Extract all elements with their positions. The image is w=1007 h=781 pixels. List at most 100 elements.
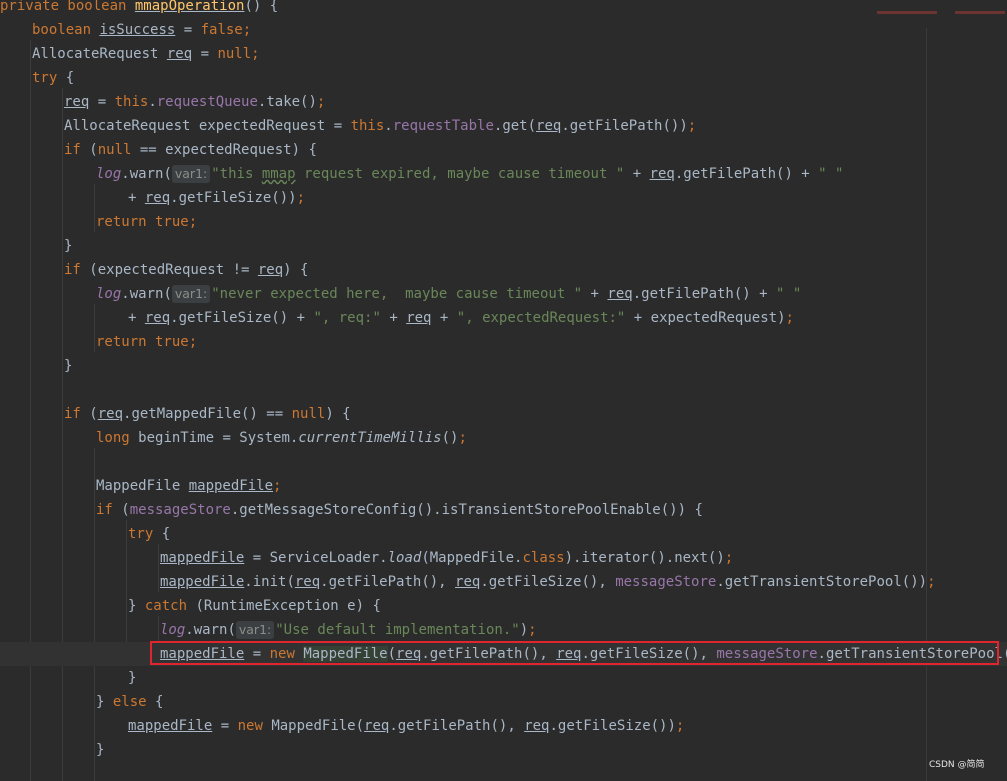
code-token: MappedFile	[96, 478, 189, 494]
code-token: .getFilePath(),	[389, 718, 525, 734]
code-token: ;	[242, 22, 252, 38]
code-line[interactable]: }	[0, 354, 1007, 378]
highlight-annotation-box	[150, 641, 999, 665]
code-token: long	[96, 430, 139, 446]
code-token: catch	[144, 598, 188, 614]
code-line[interactable]: } else {	[0, 690, 1007, 714]
code-editor[interactable]: private boolean mmapOperation() { boolea…	[0, 0, 1007, 781]
code-line[interactable]: + req.getFileSize());	[0, 186, 1007, 210]
code-token: ;	[724, 550, 734, 566]
code-token: .take()	[257, 94, 317, 110]
code-token: (MappedFile.	[421, 550, 523, 566]
code-token: AllocateRequest expectedRequest =	[64, 118, 351, 134]
code-line[interactable]: mappedFile = ServiceLoader.load(MappedFi…	[0, 546, 1007, 570]
code-token: " "	[818, 166, 844, 182]
code-token: if	[64, 142, 81, 158]
code-token: }	[96, 742, 105, 758]
code-token: else	[112, 694, 147, 710]
code-token: req	[524, 718, 550, 734]
code-line[interactable]: log.warn(var1: "Use default implementatio…	[0, 618, 1007, 642]
code-token: false	[200, 22, 243, 38]
code-token: this	[350, 118, 385, 134]
code-token: .warn(	[185, 622, 236, 638]
code-token: .warn(	[121, 166, 172, 182]
code-token: {	[153, 526, 171, 542]
code-token: (	[80, 142, 98, 158]
code-token: req	[455, 574, 481, 590]
code-line[interactable]: }	[0, 234, 1007, 258]
code-token: requestQueue	[156, 94, 258, 110]
code-line[interactable]: AllocateRequest req = null;	[0, 42, 1007, 66]
code-token: "never expected here, maybe cause timeou…	[211, 286, 583, 302]
code-token: null	[217, 46, 252, 62]
code-token: ", expectedRequest:"	[456, 310, 626, 326]
code-token: req	[649, 166, 675, 182]
code-token: null	[291, 406, 326, 422]
code-line[interactable]: req = this.requestQueue.take();	[0, 90, 1007, 114]
code-token: mappedFile	[160, 550, 245, 566]
code-token: req	[406, 310, 432, 326]
parameter-hint: var1:	[235, 621, 275, 639]
code-line[interactable]: if (messageStore.getMessageStoreConfig()…	[0, 498, 1007, 522]
code-token: .getFileSize(),	[480, 574, 616, 590]
code-token: ;	[296, 190, 306, 206]
code-token: .getFilePath())	[561, 118, 688, 134]
code-token: class	[522, 550, 565, 566]
code-token: +	[624, 166, 650, 182]
code-line[interactable]: mappedFile = new MappedFile(req.getFileP…	[0, 714, 1007, 738]
code-line[interactable]: boolean isSuccess = false;	[0, 18, 1007, 42]
code-token: +	[380, 310, 407, 326]
code-token: )	[519, 622, 529, 638]
code-line[interactable]: AllocateRequest expectedRequest = this.r…	[0, 114, 1007, 138]
code-token: AllocateRequest	[32, 46, 167, 62]
code-line[interactable]: if (expectedRequest != req) {	[0, 258, 1007, 282]
method-name: mmapOperation	[134, 0, 245, 14]
code-line[interactable]: }	[0, 738, 1007, 762]
code-line[interactable]: private boolean mmapOperation() {	[0, 0, 1007, 18]
code-line[interactable]: log.warn(var1: "this mmap request expired…	[0, 162, 1007, 186]
code-line[interactable]: }	[0, 666, 1007, 690]
code-token: (	[112, 502, 130, 518]
code-token: return true;	[96, 214, 198, 230]
code-token: {	[146, 694, 164, 710]
code-line[interactable]: if (req.getMappedFile() == null) {	[0, 402, 1007, 426]
code-line[interactable]: mappedFile.init(req.getFilePath(), req.g…	[0, 570, 1007, 594]
code-token: new	[237, 718, 272, 734]
code-token: }	[64, 238, 73, 254]
code-line[interactable]: log.warn(var1: "never expected here, mayb…	[0, 282, 1007, 306]
code-token: ;	[785, 310, 794, 326]
code-token: .getMappedFile() ==	[123, 406, 292, 422]
code-token: MappedFile(	[271, 718, 365, 734]
code-token: try	[32, 70, 58, 86]
code-token: mmap	[261, 166, 296, 182]
code-token: =	[175, 22, 201, 38]
code-line[interactable]: long beginTime = System.currentTimeMilli…	[0, 426, 1007, 450]
code-line[interactable]: try {	[0, 522, 1007, 546]
code-token: (expectedRequest !=	[80, 262, 258, 278]
code-line[interactable]: return true;	[0, 330, 1007, 354]
code-line[interactable]: + req.getFileSize() + ", req:" + req + "…	[0, 306, 1007, 330]
code-token: ()	[441, 430, 459, 446]
code-token: boolean	[32, 22, 100, 38]
code-token: mappedFile	[160, 574, 245, 590]
code-line[interactable]: if (null == expectedRequest) {	[0, 138, 1007, 162]
code-token: req	[64, 94, 90, 110]
code-line[interactable]: MappedFile mappedFile;	[0, 474, 1007, 498]
code-token: +	[128, 190, 145, 206]
code-token: =	[192, 46, 218, 62]
code-token: this	[114, 94, 149, 110]
parameter-hint: var1:	[171, 165, 211, 183]
code-token: ;	[273, 478, 282, 494]
code-token: null	[97, 142, 132, 158]
code-token: .get(	[493, 118, 537, 134]
code-token: }	[128, 598, 145, 614]
code-token: =	[212, 718, 238, 734]
code-token: ;	[675, 718, 685, 734]
code-token: .	[148, 94, 157, 110]
code-line[interactable]: try {	[0, 66, 1007, 90]
code-token: if	[96, 502, 113, 518]
code-line[interactable]: return true;	[0, 210, 1007, 234]
code-token: +	[128, 310, 145, 326]
code-token: req	[97, 406, 124, 422]
code-line[interactable]: } catch (RuntimeException e) {	[0, 594, 1007, 618]
